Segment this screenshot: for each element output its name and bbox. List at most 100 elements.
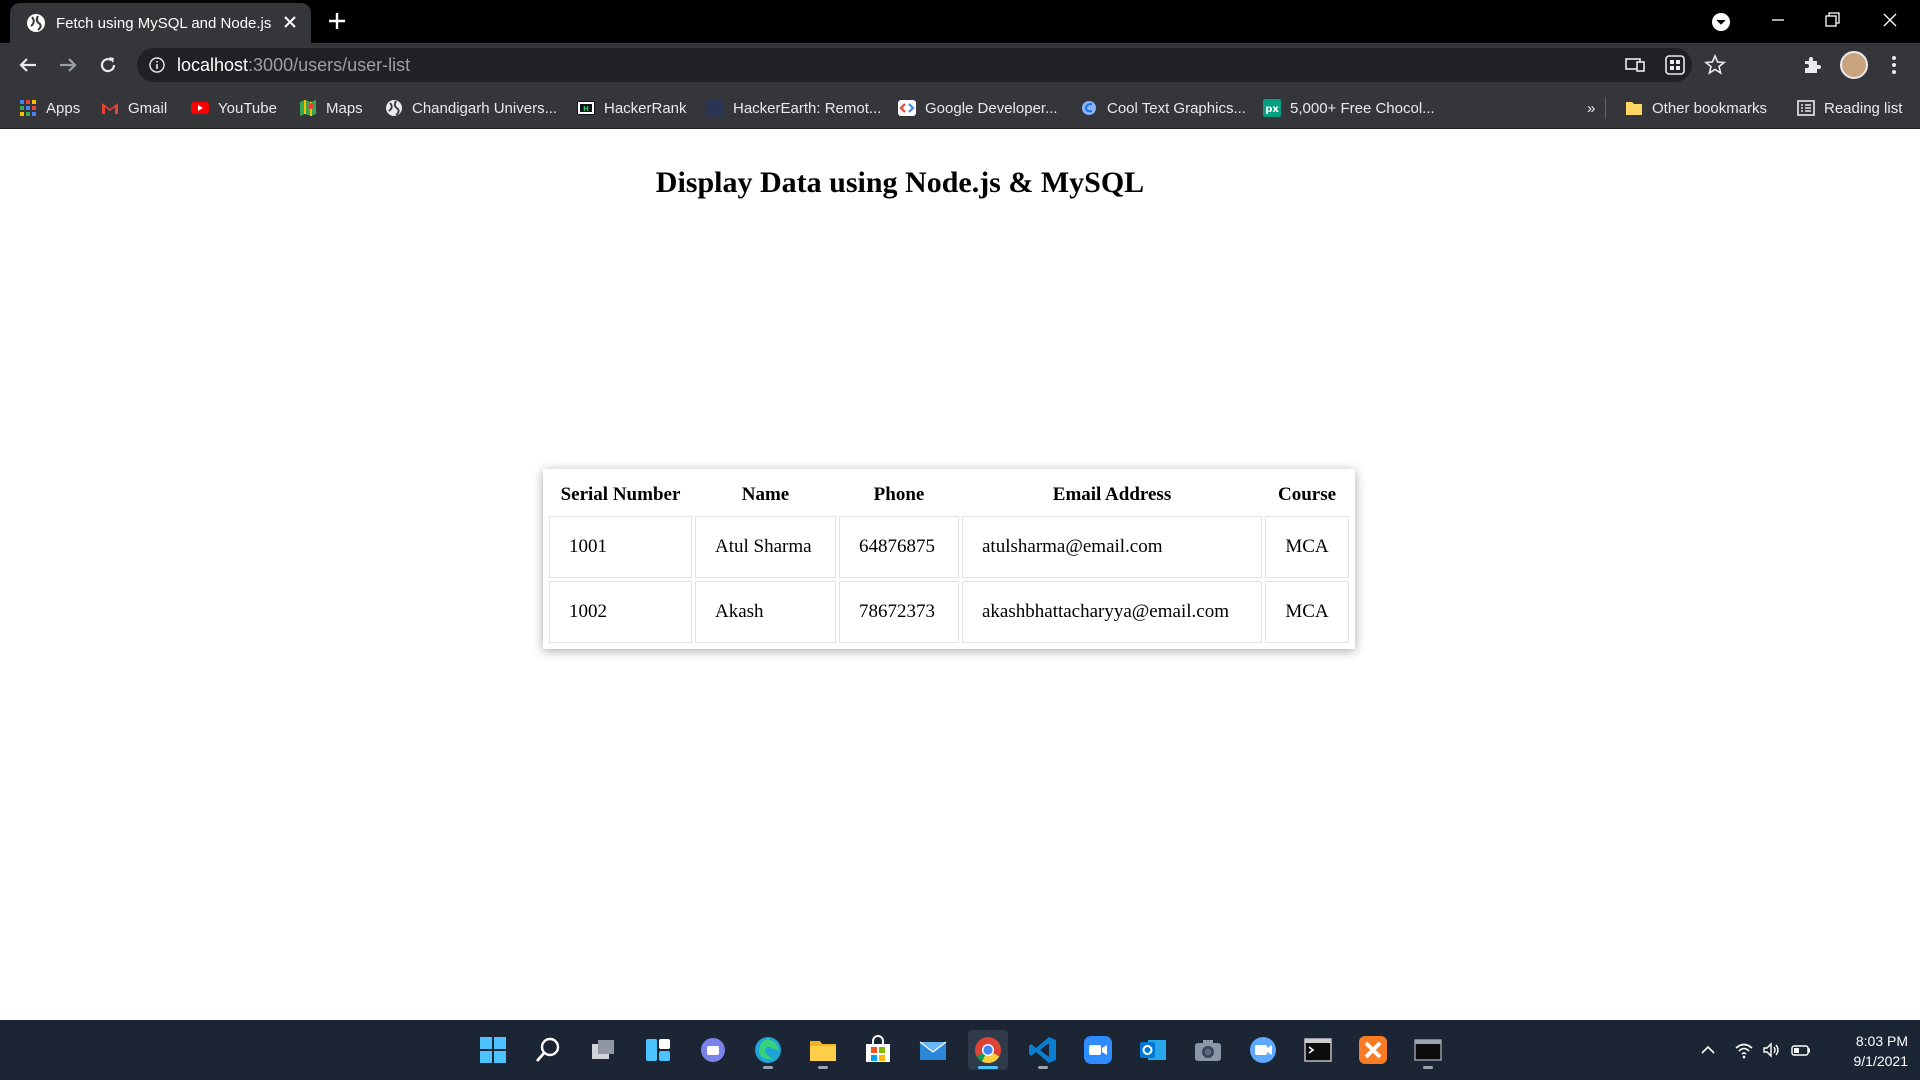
store-button[interactable] [858,1030,898,1070]
bookmark-label: Apps [46,99,81,117]
outlook-button[interactable] [1133,1030,1173,1070]
mail-button[interactable] [913,1030,953,1070]
hackerearth-icon [706,99,724,117]
mysql-button[interactable] [1408,1030,1448,1070]
chrome-button[interactable] [968,1030,1008,1070]
address-bar[interactable]: localhost:3000/users/user-list [137,48,1727,82]
camera-icon [1195,1040,1221,1061]
header-email-address: Email Address [1052,484,1172,505]
forward-icon[interactable] [56,53,80,77]
bookmark-label: 5,000+ Free Chocol... [1290,99,1435,117]
cell-course: MCA [1265,516,1349,578]
wifi-icon[interactable] [1734,1040,1754,1060]
qr-code-icon[interactable] [1663,53,1687,77]
other-bookmarks-button[interactable]: Other bookmarks [1625,96,1767,120]
cooltext-icon [1082,101,1096,115]
cell-phone: 78672373 [839,581,959,643]
bookmarks-overflow-button[interactable]: » [1587,96,1595,120]
apps-grid-icon [20,100,36,116]
bookmarks-divider [1605,97,1606,119]
url-text[interactable]: localhost:3000/users/user-list [177,55,410,76]
zoom-button[interactable] [1078,1030,1118,1070]
folder-icon [1626,102,1642,115]
user-table-container: Serial Number Name Phone Email Address C… [543,469,1355,649]
more-vertical-icon[interactable] [1882,53,1906,77]
widgets-button[interactable] [638,1030,678,1070]
bookmark-label: Maps [326,99,363,117]
vscode-button[interactable] [1023,1030,1063,1070]
zoom-meet-icon [1250,1037,1276,1063]
widgets-icon [646,1039,670,1061]
minimize-icon[interactable] [1766,8,1790,32]
maps-icon [300,100,316,116]
terminal-icon [1304,1038,1332,1062]
bookmarks-bar: Apps Gmail YouTube Maps Chandigarh Unive… [0,87,1920,129]
page-content: Display Data using Node.js & MySQL Seria… [0,129,1920,1020]
svg-text:px: px [1265,104,1279,115]
zoom-meet-button[interactable] [1243,1030,1283,1070]
table-row: 1001 Atul Sharma 64876875 atulsharma@ema… [549,516,1349,578]
bookmark-hackerrank[interactable]: H HackerRank [577,96,687,120]
header-serial-number: Serial Number [560,484,681,505]
google-developers-icon [898,100,916,116]
star-icon[interactable] [1703,53,1727,77]
user-table: Serial Number Name Phone Email Address C… [546,472,1352,646]
header-phone: Phone [873,484,925,505]
xampp-button[interactable] [1353,1030,1393,1070]
mysql-icon [1414,1039,1442,1061]
camera-button[interactable] [1188,1030,1228,1070]
task-view-icon [592,1040,614,1059]
chevron-up-icon[interactable] [1698,1040,1718,1060]
url-host: localhost [177,55,249,75]
bookmark-label: HackerEarth: Remot... [733,99,882,117]
terminal-button[interactable] [1298,1030,1338,1070]
back-icon[interactable] [16,53,40,77]
reading-list-label: Reading list [1824,99,1903,117]
plus-icon[interactable] [326,10,348,32]
extensions-icon[interactable] [1800,53,1824,77]
tab-search-icon[interactable] [1710,11,1732,33]
close-icon[interactable] [281,13,299,31]
bookmark-hackerearth[interactable]: HackerEarth: Remot... [706,96,881,120]
browser-tab[interactable]: Fetch using MySQL and Node.js [10,3,311,43]
page-title: Display Data using Node.js & MySQL [655,166,1145,199]
bookmark-label: Chandigarh Univers... [412,99,558,117]
overflow-chevron-icon: » [1587,99,1596,117]
bookmark-apps[interactable]: Apps [19,96,80,120]
tab-title: Fetch using MySQL and Node.js [56,14,272,32]
reading-list-button[interactable]: Reading list [1797,96,1902,120]
edge-button[interactable] [748,1030,788,1070]
bookmark-label: YouTube [218,99,277,117]
task-view-button[interactable] [583,1030,623,1070]
volume-icon[interactable] [1762,1040,1782,1060]
battery-icon[interactable] [1791,1040,1811,1060]
table-header-row: Serial Number Name Phone Email Address C… [549,475,1349,513]
install-app-icon[interactable] [1623,53,1647,77]
taskbar-search-button[interactable] [528,1030,568,1070]
bookmark-chandigarh[interactable]: Chandigarh Univers... [385,96,557,120]
bookmark-youtube[interactable]: YouTube [191,96,277,120]
avatar[interactable] [1840,51,1868,79]
xampp-icon [1359,1036,1387,1064]
file-explorer-button[interactable] [803,1030,843,1070]
bookmark-cooltext[interactable]: Cool Text Graphics... [1080,96,1246,120]
system-clock[interactable]: 8:03 PM 9/1/2021 [1828,1031,1909,1071]
teams-chat-button[interactable] [693,1030,733,1070]
start-button[interactable] [473,1030,513,1070]
bookmark-maps[interactable]: Maps [299,96,363,120]
table-row: 1002 Akash 78672373 akashbhattacharyya@e… [549,581,1349,643]
info-icon[interactable] [149,57,165,73]
bookmark-label: Google Developer... [925,99,1058,117]
svg-text:H: H [583,105,589,113]
reload-icon[interactable] [96,53,120,77]
bookmark-google-developers[interactable]: Google Developer... [898,96,1058,120]
clock-time: 8:03 PM [1855,1033,1908,1049]
store-icon [866,1035,890,1062]
bookmark-gmail[interactable]: Gmail [101,96,167,120]
hackerrank-icon: H [577,101,595,115]
bookmark-pexels[interactable]: px 5,000+ Free Chocol... [1263,96,1435,120]
mail-icon [919,1041,947,1060]
restore-icon[interactable] [1820,8,1844,32]
close-window-icon[interactable] [1878,8,1902,32]
px-icon: px [1263,99,1281,117]
